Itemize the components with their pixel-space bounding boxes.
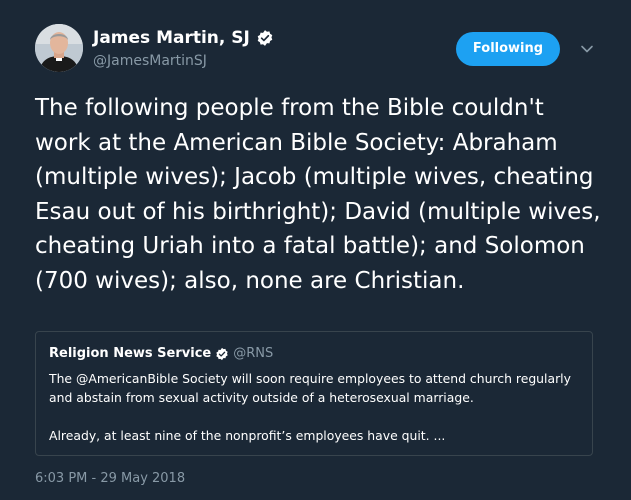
- quoted-tweet-paragraph: Already, at least nine of the nonprofit’…: [49, 428, 446, 443]
- quoted-tweet-body: The @AmericanBible Society will soon req…: [49, 369, 579, 445]
- tweet-text: The following people from the Bible coul…: [35, 95, 601, 294]
- quoted-tweet-paragraph: The @AmericanBible Society will soon req…: [49, 371, 571, 405]
- quoted-author-handle: @RNS: [233, 346, 274, 361]
- author-name[interactable]: James Martin, SJ: [93, 27, 250, 49]
- author-name-row[interactable]: James Martin, SJ: [93, 27, 274, 49]
- quoted-tweet[interactable]: Religion News Service @RNS The @American…: [35, 331, 593, 456]
- chevron-down-icon[interactable]: [578, 40, 596, 58]
- quoted-tweet-header: Religion News Service @RNS: [49, 346, 273, 362]
- following-button[interactable]: Following: [456, 32, 560, 66]
- avatar-image: [35, 24, 83, 72]
- author-handle[interactable]: @JamesMartinSJ: [93, 52, 207, 70]
- author-avatar[interactable]: [35, 24, 83, 72]
- tweet-timestamp[interactable]: 6:03 PM - 29 May 2018: [35, 471, 185, 487]
- quoted-author-name: Religion News Service: [49, 346, 212, 361]
- verified-badge-icon: [216, 347, 228, 361]
- tweet-card: James Martin, SJ @JamesMartinSJ Followin…: [0, 0, 631, 500]
- verified-badge-icon: [257, 30, 273, 46]
